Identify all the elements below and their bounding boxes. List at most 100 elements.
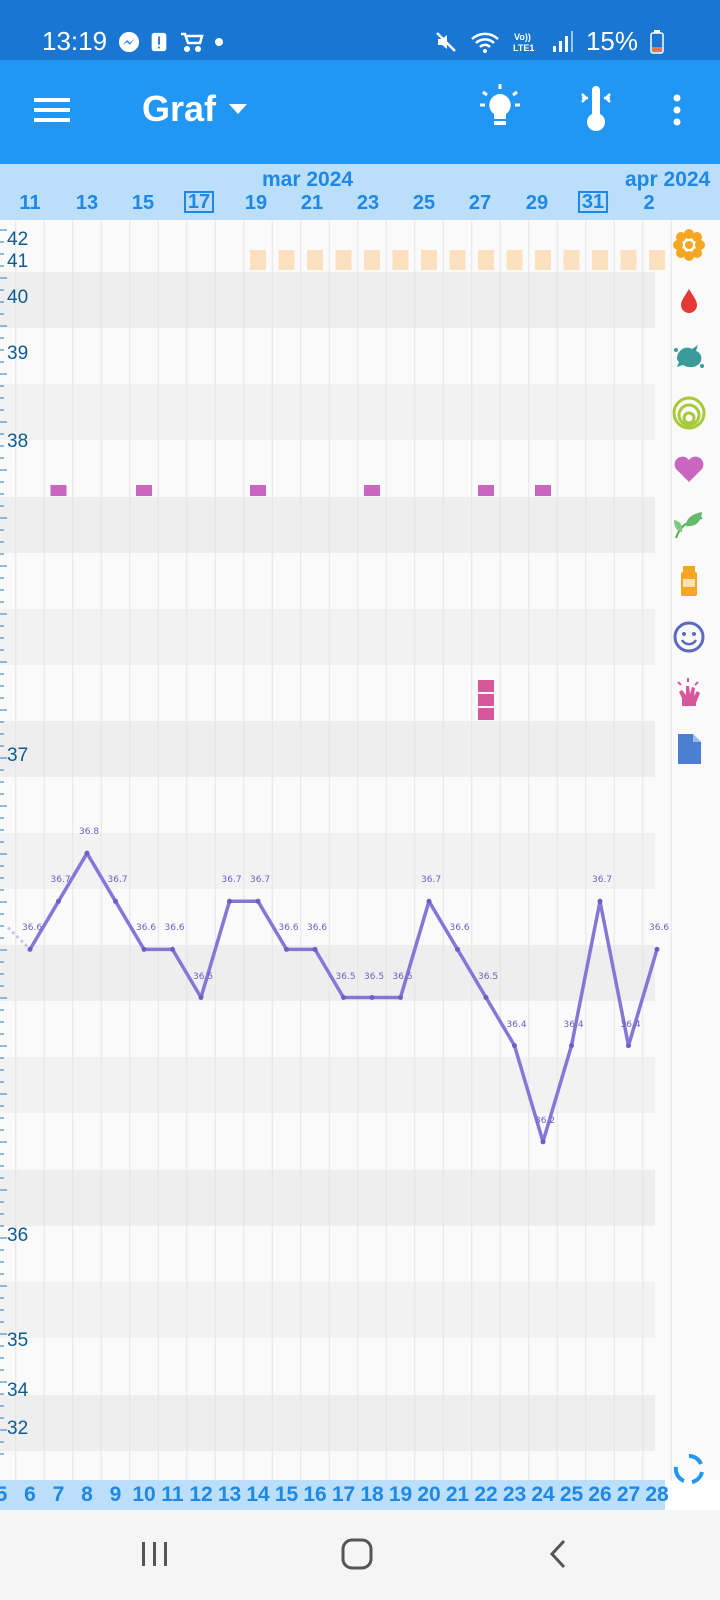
intercourse-marker[interactable] — [364, 485, 380, 496]
period-marker[interactable] — [335, 250, 352, 270]
temperature-point[interactable] — [312, 946, 318, 952]
period-marker[interactable] — [563, 250, 580, 270]
temperature-point[interactable] — [198, 995, 204, 1000]
temperature-point[interactable] — [84, 850, 90, 856]
date-day-label[interactable]: 21 — [297, 192, 327, 215]
leaf-icon[interactable] — [672, 508, 706, 542]
date-day-label[interactable]: 19 — [241, 192, 271, 215]
temperature-point[interactable] — [512, 1043, 517, 1049]
temperature-point[interactable] — [426, 898, 432, 904]
pill-bottle-icon[interactable] — [672, 564, 706, 598]
period-marker[interactable] — [478, 250, 494, 270]
date-day-label[interactable]: 13 — [72, 192, 102, 215]
sync-icon[interactable] — [672, 1452, 706, 1486]
period-marker[interactable] — [421, 250, 437, 270]
temperature-point[interactable] — [483, 995, 489, 1000]
dropdown-arrow-icon[interactable] — [228, 102, 248, 116]
period-marker[interactable] — [535, 250, 551, 270]
recent-apps-button[interactable] — [140, 1540, 170, 1568]
cycle-day-label[interactable]: 21 — [443, 1483, 473, 1507]
period-marker[interactable] — [364, 250, 380, 270]
intercourse-marker[interactable] — [250, 485, 266, 496]
symptom-marker[interactable] — [478, 680, 494, 692]
chart-area[interactable]: 42 41 40 39 38 37 36 35 34 32 36.6 36.7 36.8 36.7 36.… — [0, 220, 720, 1484]
cycle-day-label[interactable]: 12 — [186, 1483, 216, 1507]
cycle-day-label[interactable]: 23 — [500, 1483, 530, 1507]
cycle-day-label[interactable]: 28 — [642, 1483, 672, 1507]
lightbulb-icon[interactable] — [480, 84, 520, 132]
cycle-day-strip[interactable]: 5 6 7 8 9 10 11 12 13 14 15 16 17 18 19 20 21 22 23 24 25 26 2… — [0, 1480, 669, 1510]
temperature-point[interactable] — [27, 946, 33, 952]
cycle-day-label[interactable]: 17 — [329, 1483, 359, 1507]
period-marker[interactable] — [278, 250, 295, 270]
temperature-point[interactable] — [56, 898, 61, 904]
intercourse-marker[interactable] — [535, 485, 551, 496]
cycle-day-label[interactable]: 11 — [158, 1483, 188, 1507]
period-marker[interactable] — [592, 250, 608, 270]
cycle-day-label[interactable]: 19 — [386, 1483, 416, 1507]
cycle-day-label[interactable]: 13 — [215, 1483, 245, 1507]
cycle-day-label[interactable]: 27 — [614, 1483, 644, 1507]
temperature-point[interactable] — [113, 898, 118, 904]
temperature-point[interactable] — [341, 995, 346, 1000]
period-marker[interactable] — [449, 250, 466, 270]
smiley-icon[interactable] — [672, 620, 706, 654]
temperature-point[interactable] — [170, 946, 175, 952]
cycle-day-label[interactable]: 10 — [129, 1483, 159, 1507]
temperature-chart[interactable] — [0, 220, 720, 1480]
temperature-point[interactable] — [654, 946, 660, 952]
menu-icon[interactable] — [34, 96, 70, 124]
cycle-day-label[interactable]: 14 — [243, 1483, 273, 1507]
cycle-day-label[interactable]: 9 — [101, 1483, 131, 1507]
temperature-point[interactable] — [569, 1043, 574, 1049]
date-day-label[interactable]: 31 — [578, 191, 608, 213]
cycle-day-label[interactable]: 24 — [528, 1483, 558, 1507]
cycle-day-label[interactable]: 18 — [357, 1483, 387, 1507]
cycle-day-label[interactable]: 22 — [471, 1483, 501, 1507]
period-marker[interactable] — [250, 250, 266, 270]
date-day-label[interactable]: 29 — [522, 192, 552, 215]
date-day-label[interactable]: 11 — [15, 192, 45, 215]
intercourse-marker[interactable] — [50, 485, 67, 496]
date-day-label[interactable]: 17 — [184, 191, 214, 213]
date-day-label[interactable]: 27 — [465, 192, 495, 215]
period-marker[interactable] — [392, 250, 409, 270]
cycle-day-label[interactable]: 26 — [585, 1483, 615, 1507]
temperature-point[interactable] — [626, 1043, 631, 1049]
temperature-point[interactable] — [398, 995, 403, 1000]
temperature-point[interactable] — [597, 898, 603, 904]
flower-icon[interactable] — [672, 228, 706, 262]
period-marker[interactable] — [506, 250, 523, 270]
temperature-point[interactable] — [369, 995, 375, 1000]
intercourse-marker[interactable] — [478, 485, 494, 496]
hand-icon[interactable] — [672, 676, 706, 710]
date-day-label[interactable]: 23 — [353, 192, 383, 215]
cycle-day-label[interactable]: 20 — [414, 1483, 444, 1507]
period-marker[interactable] — [620, 250, 637, 270]
intercourse-marker[interactable] — [136, 485, 152, 496]
cycle-day-label[interactable]: 7 — [44, 1483, 74, 1507]
symptom-marker[interactable] — [478, 694, 494, 706]
date-day-label[interactable]: 15 — [128, 192, 158, 215]
note-icon[interactable] — [672, 732, 706, 766]
splash-icon[interactable] — [672, 340, 706, 374]
temperature-point[interactable] — [227, 898, 232, 904]
cycle-day-label[interactable]: 6 — [15, 1483, 45, 1507]
view-selector-title[interactable]: Graf — [142, 88, 216, 130]
blood-drop-icon[interactable] — [672, 284, 706, 318]
home-button[interactable] — [340, 1537, 374, 1571]
rings-icon[interactable] — [672, 396, 706, 430]
more-vert-icon[interactable] — [672, 94, 682, 126]
symptom-marker[interactable] — [478, 708, 494, 720]
temperature-point[interactable] — [255, 898, 261, 904]
cycle-day-label[interactable]: 25 — [557, 1483, 587, 1507]
period-marker[interactable] — [649, 250, 665, 270]
cycle-day-label[interactable]: 15 — [272, 1483, 302, 1507]
temperature-point[interactable] — [284, 946, 289, 952]
cycle-day-label[interactable]: 8 — [72, 1483, 102, 1507]
date-day-label[interactable]: 2 — [634, 192, 664, 215]
heart-icon[interactable] — [672, 452, 706, 486]
back-button[interactable] — [548, 1538, 568, 1570]
temperature-point[interactable] — [141, 946, 147, 952]
date-day-label[interactable]: 25 — [409, 192, 439, 215]
